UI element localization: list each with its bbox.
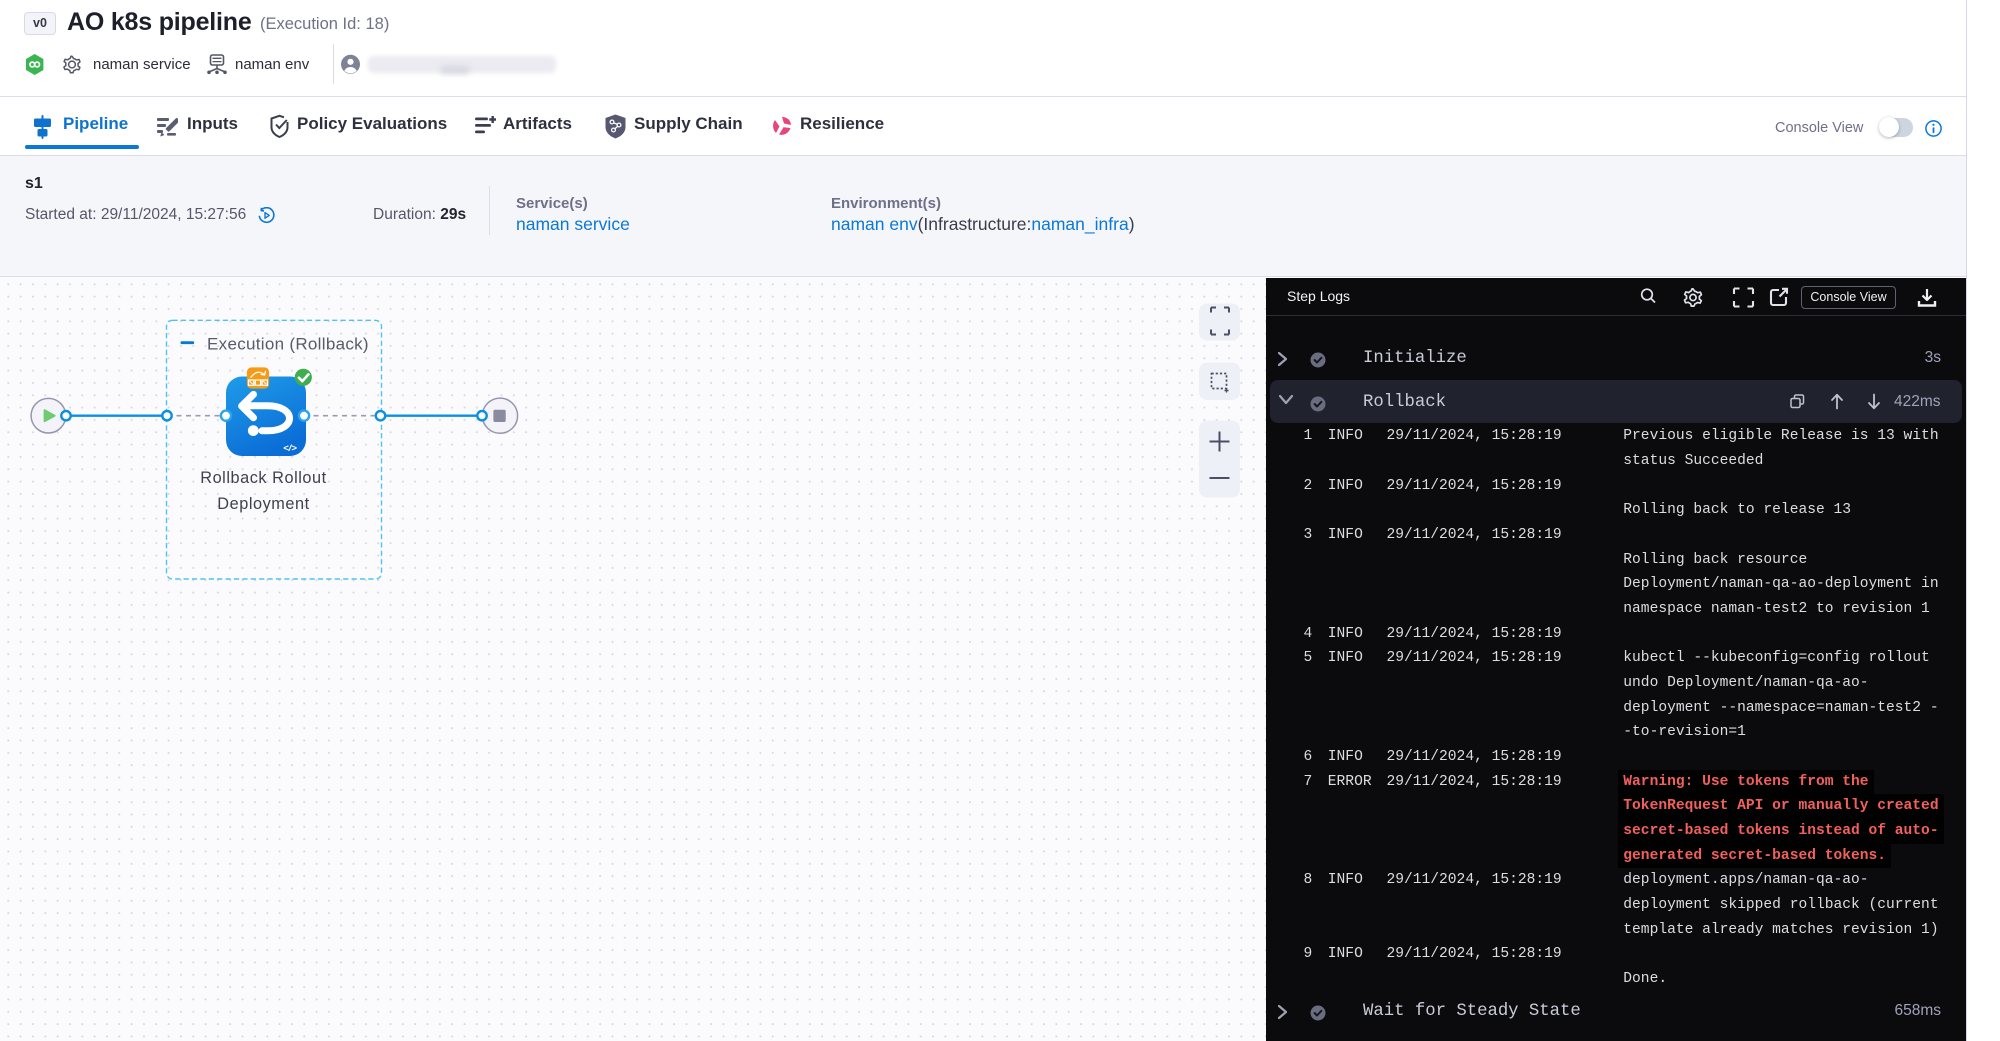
svg-text:Rollback Rollout: Rollback Rollout <box>200 469 326 487</box>
svg-text:Execution (Rollback): Execution (Rollback) <box>207 335 369 354</box>
svg-text:</>: </> <box>283 443 297 454</box>
svg-text:Deployment: Deployment <box>217 495 309 513</box>
